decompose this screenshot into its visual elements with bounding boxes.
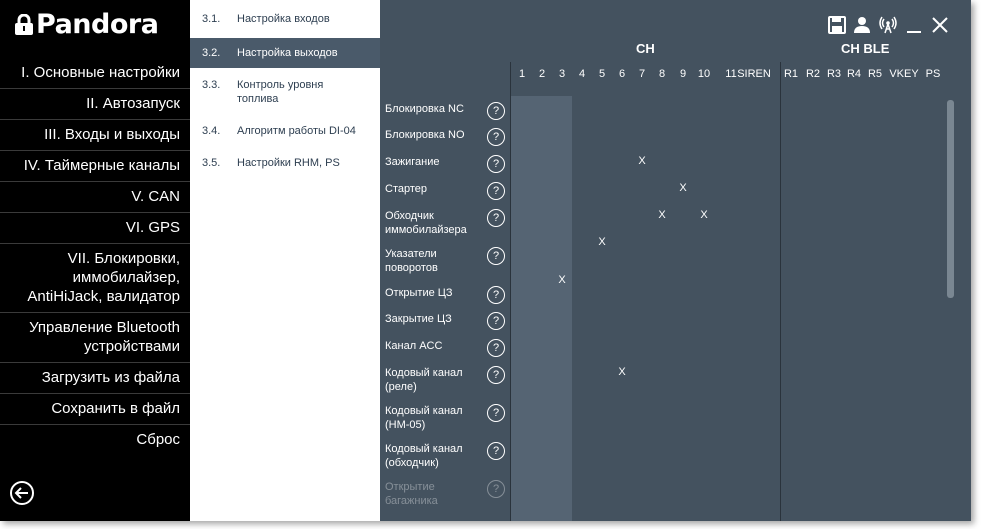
- column-header: VKEY: [889, 68, 919, 80]
- main-menu: I. Основные настройки II. Автозапуск III…: [0, 58, 190, 455]
- channel-mark[interactable]: X: [592, 236, 612, 248]
- group-header-ch-ble: CH BLE: [841, 41, 890, 56]
- submenu-item-label: Алгоритм работы DI-04: [237, 125, 356, 137]
- row-label: Блокировка NO: [385, 129, 465, 141]
- menu-item-load-file[interactable]: Загрузить из файла: [0, 363, 190, 394]
- menu-item-reset[interactable]: Сброс: [0, 425, 190, 455]
- column-header: 9: [679, 68, 687, 80]
- channel-mark[interactable]: X: [652, 209, 672, 221]
- user-icon[interactable]: [853, 16, 871, 36]
- menu-item-save-file[interactable]: Сохранить в файл: [0, 394, 190, 425]
- column-header: 10: [697, 68, 711, 80]
- row-label: Кодовый канал (обходчик): [385, 443, 463, 469]
- row-label: Кодовый канал (реле): [385, 367, 463, 393]
- menu-item-gps[interactable]: VI. GPS: [0, 213, 190, 244]
- menu-item-autostart[interactable]: II. Автозапуск: [0, 89, 190, 120]
- menu-item-bluetooth[interactable]: Управление Bluetooth устройствами: [0, 313, 190, 363]
- menu-item-timer-channels[interactable]: IV. Таймерные каналы: [0, 151, 190, 182]
- help-icon[interactable]: ?: [487, 442, 505, 460]
- column-header: 5: [598, 68, 606, 80]
- submenu-item-num: 3.3.: [202, 79, 221, 91]
- main-sidebar: Pandora I. Основные настройки II. Автоза…: [0, 0, 190, 521]
- row-label: Кодовый канал (НМ-05): [385, 405, 463, 431]
- column-header: 6: [618, 68, 626, 80]
- menu-item-can[interactable]: V. CAN: [0, 182, 190, 213]
- submenu-item-inputs[interactable]: 3.1. Настройка входов: [190, 4, 380, 34]
- submenu-item-label: Настройки RHM, PS: [237, 157, 340, 169]
- submenu-item-fuel[interactable]: 3.3. Контроль уровня топлива: [190, 70, 380, 114]
- menu-item-main-settings[interactable]: I. Основные настройки: [0, 58, 190, 89]
- menu-item-inputs-outputs[interactable]: III. Входы и выходы: [0, 120, 190, 151]
- grid-separator: [780, 62, 781, 521]
- column-header: 4: [578, 68, 586, 80]
- submenu-item-outputs[interactable]: 3.2. Настройка выходов: [190, 38, 380, 68]
- submenu-item-num: 3.2.: [202, 47, 221, 59]
- submenu-item-num: 3.4.: [202, 125, 221, 137]
- channel-mark[interactable]: X: [673, 182, 693, 194]
- row-label: Указатели поворотов: [385, 248, 438, 274]
- row-label: Закрытие ЦЗ: [385, 313, 452, 325]
- column-header: R4: [846, 68, 862, 80]
- back-arrow-icon[interactable]: [9, 480, 34, 505]
- submenu-item-rhm[interactable]: 3.5. Настройки RHM, PS: [190, 148, 380, 178]
- minimize-icon[interactable]: [906, 16, 922, 36]
- column-header: 8: [658, 68, 666, 80]
- grid-separator: [510, 62, 511, 521]
- column-header: 3: [558, 68, 566, 80]
- submenu: 3.1. Настройка входов 3.2. Настройка вых…: [190, 0, 380, 521]
- submenu-item-label: Контроль уровня топлива: [237, 79, 324, 105]
- row-label: Открытие ЦЗ: [385, 287, 453, 299]
- channel-mark[interactable]: X: [694, 209, 714, 221]
- help-icon[interactable]: ?: [487, 404, 505, 422]
- help-icon[interactable]: ?: [487, 155, 505, 173]
- pandora-logo: Pandora: [14, 9, 159, 40]
- help-icon[interactable]: ?: [487, 366, 505, 384]
- scrollbar[interactable]: [947, 100, 954, 298]
- help-icon[interactable]: ?: [487, 286, 505, 304]
- row-label: Канал ACC: [385, 340, 443, 352]
- channel-mark[interactable]: X: [612, 366, 632, 378]
- row-label: Открытие багажника: [385, 481, 438, 507]
- outputs-grid-panel: CH CH BLE 1 2 3 4 5 6 7 8 9 10 11 SIREN R1 R2 R3 R4 R5 VK…: [380, 0, 971, 521]
- column-header: R5: [867, 68, 883, 80]
- submenu-item-num: 3.5.: [202, 157, 221, 169]
- column-header: R3: [826, 68, 842, 80]
- column-header: 7: [638, 68, 646, 80]
- channel-mark[interactable]: X: [632, 155, 652, 167]
- help-icon[interactable]: ?: [487, 247, 505, 265]
- submenu-item-num: 3.1.: [202, 13, 221, 25]
- row-label: Зажигание: [385, 156, 440, 168]
- logo-text: Pandora: [36, 9, 159, 40]
- submenu-item-label: Настройка выходов: [237, 47, 338, 59]
- help-icon[interactable]: ?: [487, 128, 505, 146]
- column-header: 1: [518, 68, 526, 80]
- help-icon[interactable]: ?: [487, 480, 505, 498]
- row-label: Обходчик иммобилайзера: [385, 210, 467, 236]
- help-icon[interactable]: ?: [487, 209, 505, 227]
- column-header: PS: [925, 68, 941, 80]
- submenu-item-di04[interactable]: 3.4. Алгоритм работы DI-04: [190, 116, 380, 146]
- help-icon[interactable]: ?: [487, 182, 505, 200]
- column-header: 2: [538, 68, 546, 80]
- help-icon[interactable]: ?: [487, 339, 505, 357]
- help-icon[interactable]: ?: [487, 312, 505, 330]
- save-icon[interactable]: [828, 16, 846, 36]
- row-label: Блокировка NC: [385, 103, 464, 115]
- close-icon[interactable]: [931, 16, 949, 36]
- column-header: SIREN: [737, 68, 771, 80]
- channel-mark[interactable]: X: [552, 274, 572, 286]
- app-window: Pandora I. Основные настройки II. Автоза…: [0, 0, 971, 521]
- antenna-icon[interactable]: [879, 16, 897, 36]
- group-header-ch: CH: [636, 41, 655, 56]
- column-header: R2: [805, 68, 821, 80]
- column-header: R1: [783, 68, 799, 80]
- help-icon[interactable]: ?: [487, 102, 505, 120]
- submenu-item-label: Настройка входов: [237, 13, 330, 25]
- lock-icon: [14, 13, 34, 36]
- highlight-column: [510, 96, 572, 521]
- menu-item-blocks[interactable]: VII. Блокировки, иммобилайзер, AntiHiJac…: [0, 244, 190, 313]
- row-label: Стартер: [385, 183, 428, 195]
